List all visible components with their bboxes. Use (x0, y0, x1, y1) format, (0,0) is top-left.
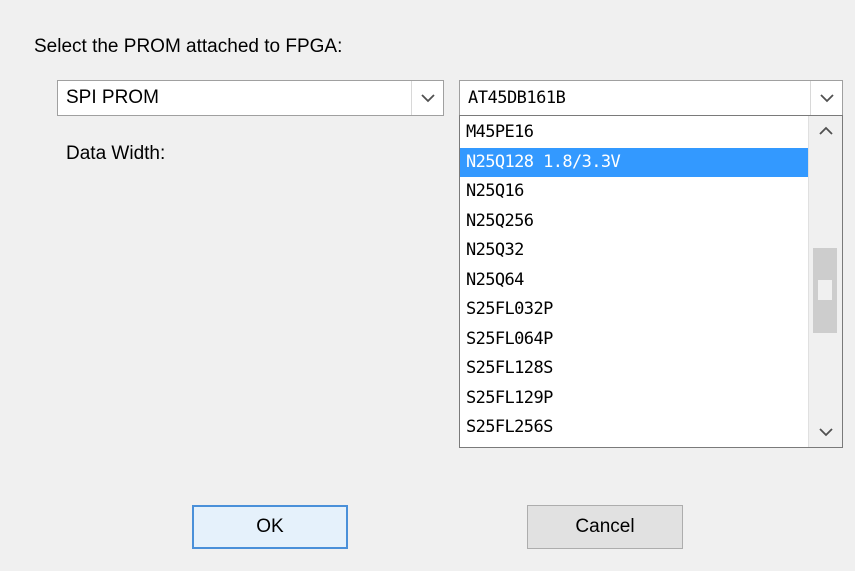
scroll-grip (818, 280, 832, 300)
prom-part-dropdown-list[interactable]: M45PE16 N25Q128 1.8/3.3V N25Q16 N25Q256 N25Q… (459, 115, 843, 448)
chevron-down-icon[interactable] (411, 81, 443, 115)
dropdown-item[interactable]: S25FL064P (460, 325, 809, 355)
dropdown-items: M45PE16 N25Q128 1.8/3.3V N25Q16 N25Q256 N25Q… (460, 118, 809, 443)
scroll-up-button[interactable] (809, 116, 842, 146)
dropdown-item[interactable]: S25FL256S (460, 413, 809, 443)
dropdown-item[interactable]: M45PE16 (460, 118, 809, 148)
prom-type-value: SPI PROM (66, 87, 159, 108)
data-width-label: Data Width: (66, 143, 166, 164)
cancel-button[interactable]: Cancel (527, 505, 683, 549)
select-prom-dialog: Select the PROM attached to FPGA: SPI PR… (0, 0, 855, 571)
dropdown-item[interactable]: S25FL128S (460, 354, 809, 384)
dropdown-item[interactable]: N25Q64 (460, 266, 809, 296)
chevron-up-icon (818, 126, 833, 135)
dropdown-item[interactable]: S25FL129P (460, 384, 809, 414)
dropdown-item[interactable]: N25Q256 (460, 207, 809, 237)
dropdown-item[interactable]: N25Q32 (460, 236, 809, 266)
chevron-down-icon[interactable] (810, 81, 842, 115)
scroll-down-button[interactable] (809, 417, 842, 447)
ok-button[interactable]: OK (192, 505, 348, 549)
prom-part-combobox[interactable]: AT45DB161B (459, 80, 843, 116)
prom-type-combobox[interactable]: SPI PROM (57, 80, 444, 116)
prompt-label: Select the PROM attached to FPGA: (34, 36, 343, 57)
chevron-down-icon (818, 428, 833, 437)
scroll-thumb[interactable] (813, 248, 837, 333)
dropdown-scrollbar[interactable] (808, 116, 842, 447)
dropdown-item[interactable]: S25FL032P (460, 295, 809, 325)
dropdown-item[interactable]: N25Q128 1.8/3.3V (460, 147, 809, 177)
prom-part-value: AT45DB161B (468, 88, 566, 108)
dropdown-item[interactable]: N25Q16 (460, 177, 809, 207)
